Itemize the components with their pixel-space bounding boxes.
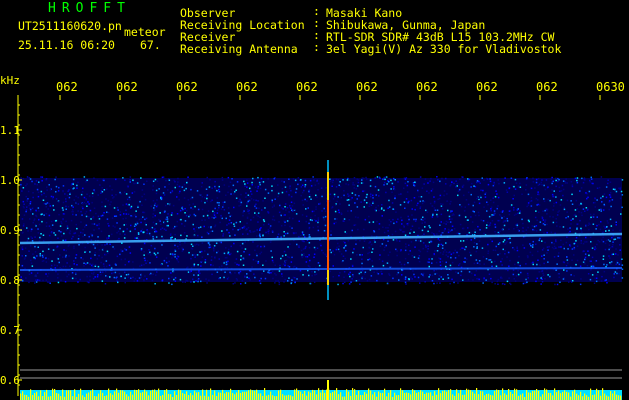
hrofft-logo: HROFFT (48, 1, 131, 16)
info-value-antenna: 3el Yagi(V) Az 330 for Vladivostok (326, 42, 562, 56)
time-tick: 062 (56, 80, 78, 94)
freq-label: 0.8 (0, 274, 20, 287)
info-label: Receiving Antenna (180, 42, 298, 56)
datetime-label: 25.11.16 06:20 (18, 38, 115, 52)
event-count: 67. (140, 38, 161, 52)
time-tick: 062 (296, 80, 318, 94)
time-tick: 062 (356, 80, 378, 94)
time-tick: 062 (176, 80, 198, 94)
frequency-unit-label: kHz (0, 74, 20, 87)
freq-label: 0.7 (0, 324, 20, 337)
time-tick: 062 (416, 80, 438, 94)
freq-label: 0.6 (0, 374, 20, 387)
info-separator: : (313, 40, 320, 54)
time-tick: 062 (536, 80, 558, 94)
time-tick: 062 (476, 80, 498, 94)
filename-label: UT2511160620.pn (18, 19, 122, 33)
freq-label: 0.9 (0, 224, 20, 237)
time-tick: 062 (236, 80, 258, 94)
freq-label: 1.1 (0, 124, 20, 137)
event-type-label: meteor (124, 25, 166, 39)
time-tick: 062 (116, 80, 138, 94)
time-tick: 0630 (596, 80, 625, 94)
spectrogram-canvas (17, 95, 624, 400)
freq-label: 1.0 (0, 174, 20, 187)
level-bar-strip (20, 380, 622, 400)
